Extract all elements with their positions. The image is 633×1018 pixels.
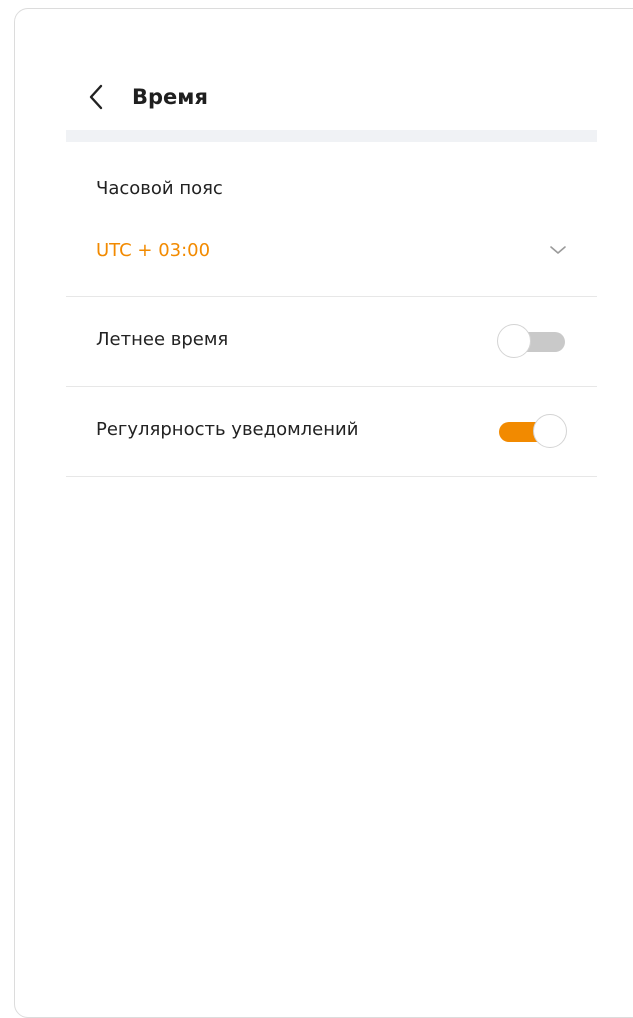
timezone-value: UTC + 03:00 <box>96 239 211 261</box>
notifications-regularity-label: Регулярность уведомлений <box>96 419 359 440</box>
notifications-regularity-row: Регулярность уведомлений <box>66 387 597 477</box>
notifications-regularity-toggle[interactable] <box>497 414 567 450</box>
daylight-saving-toggle[interactable] <box>497 324 567 360</box>
daylight-saving-label: Летнее время <box>96 329 229 350</box>
header-divider <box>66 130 597 142</box>
timezone-section: Часовой пояс UTC + 03:00 <box>66 142 597 297</box>
page-title: Время <box>132 85 208 109</box>
chevron-left-icon <box>89 84 103 110</box>
daylight-saving-row: Летнее время <box>66 297 597 387</box>
chevron-down-icon <box>550 246 566 254</box>
toggle-knob <box>533 414 567 448</box>
header: Время <box>66 74 597 120</box>
timezone-label: Часовой пояс <box>96 178 223 199</box>
back-button[interactable] <box>88 75 124 119</box>
timezone-select[interactable]: UTC + 03:00 <box>96 230 567 270</box>
toggle-knob <box>497 324 531 358</box>
